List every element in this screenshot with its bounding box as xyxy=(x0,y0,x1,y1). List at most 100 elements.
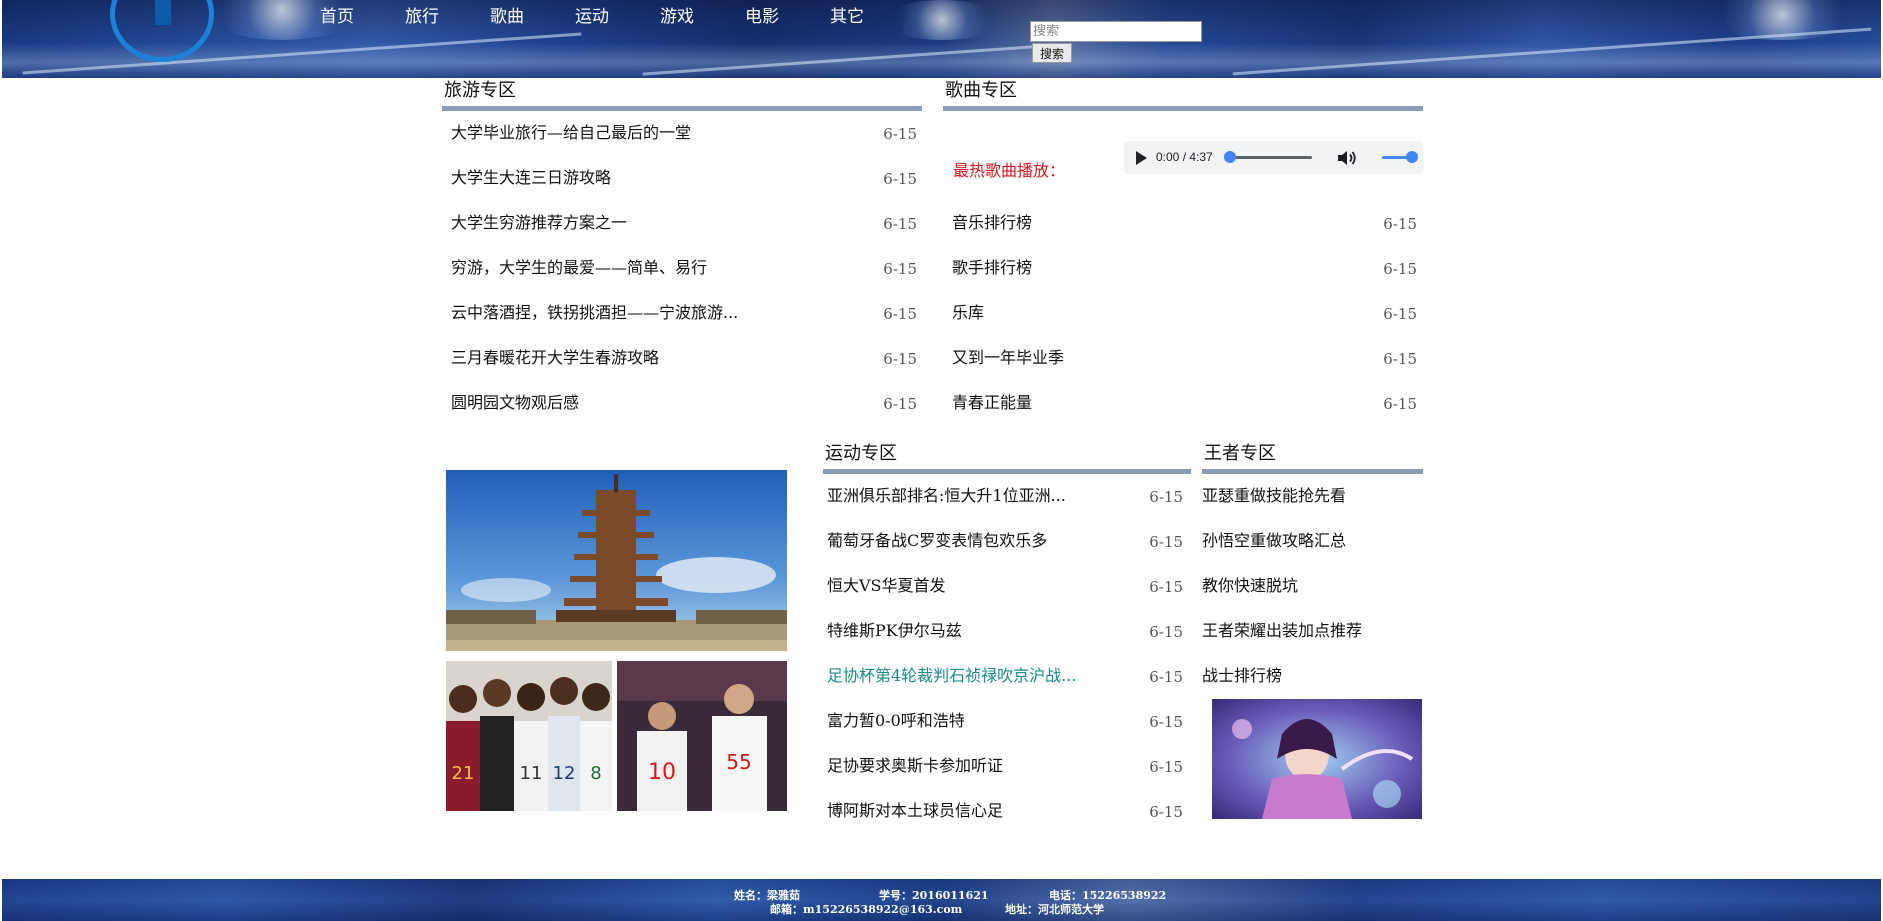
list-item-title[interactable]: 穷游，大学生的最爱——简单、易行 xyxy=(451,258,707,278)
list-item-title[interactable]: 歌手排行榜 xyxy=(952,258,1032,278)
list-item-date: 6-15 xyxy=(1149,623,1183,641)
list-item[interactable]: 又到一年毕业季 6-15 xyxy=(952,348,1417,393)
search-input[interactable] xyxy=(1030,21,1202,42)
list-item-title[interactable]: 音乐排行榜 xyxy=(952,213,1032,233)
list-item-title[interactable]: 恒大VS华夏首发 xyxy=(827,576,946,596)
sports-list: 亚洲俱乐部排名:恒大升1位亚洲... 6-15 葡萄牙备战C罗变表情包欢乐多 6-1… xyxy=(827,486,1183,846)
list-item[interactable]: 青春正能量 6-15 xyxy=(952,393,1417,438)
list-item-date: 6-15 xyxy=(883,350,917,368)
list-item[interactable]: 歌手排行榜 6-15 xyxy=(952,258,1417,303)
footer-name: 姓名：梁雅茹 xyxy=(734,889,800,902)
list-item-date: 6-15 xyxy=(883,395,917,413)
list-item-title[interactable]: 富力暂0-0呼和浩特 xyxy=(827,711,965,731)
list-item[interactable]: 大学生穷游推荐方案之一 6-15 xyxy=(451,213,917,258)
footer-student-id: 学号：2016011621 xyxy=(879,889,989,902)
basketball-match-image[interactable]: 10 55 xyxy=(617,661,787,811)
list-item[interactable]: 特维斯PK伊尔马兹 6-15 xyxy=(827,621,1183,666)
list-item-date: 6-15 xyxy=(1149,758,1183,776)
list-item-title[interactable]: 大学生大连三日游攻略 xyxy=(451,168,611,188)
list-item-date: 6-15 xyxy=(1149,668,1183,686)
list-item[interactable]: 王者荣耀出装加点推荐 xyxy=(1202,621,1423,666)
list-item[interactable]: 音乐排行榜 6-15 xyxy=(952,213,1417,258)
site-footer: 姓名：梁雅茹 学号：2016011621 电话：15226538922 邮箱：m… xyxy=(2,879,1881,921)
list-item[interactable]: 教你快速脱坑 xyxy=(1202,576,1423,621)
svg-text:55: 55 xyxy=(726,750,751,774)
list-item[interactable]: 博阿斯对本土球员信心足 6-15 xyxy=(827,801,1183,846)
list-item[interactable]: 穷游，大学生的最爱——简单、易行 6-15 xyxy=(451,258,917,303)
list-item-title[interactable]: 博阿斯对本土球员信心足 xyxy=(827,801,1003,821)
list-item[interactable]: 大学毕业旅行—给自己最后的一堂 6-15 xyxy=(451,123,917,168)
game-hero-image[interactable] xyxy=(1212,699,1422,819)
audio-player: 0:00 / 4:37 xyxy=(1124,141,1423,174)
list-item-date: 6-15 xyxy=(883,260,917,278)
audio-time: 0:00 / 4:37 xyxy=(1156,150,1213,164)
basketball-players-image[interactable]: 21 11 12 8 xyxy=(446,661,612,811)
list-item-title[interactable]: 王者荣耀出装加点推荐 xyxy=(1202,621,1362,641)
list-item[interactable]: 三月春暖花开大学生春游攻略 6-15 xyxy=(451,348,917,393)
nav-item-other[interactable]: 其它 xyxy=(830,6,915,28)
list-item-title[interactable]: 足协杯第4轮裁判石祯禄吹京沪战... xyxy=(827,666,1076,686)
list-item-title[interactable]: 亚洲俱乐部排名:恒大升1位亚洲... xyxy=(827,486,1066,506)
list-item-title[interactable]: 大学毕业旅行—给自己最后的一堂 xyxy=(451,123,691,143)
nav-item-home[interactable]: 首页 xyxy=(320,6,405,28)
logo-mark xyxy=(155,0,171,25)
list-item-title[interactable]: 教你快速脱坑 xyxy=(1202,576,1298,596)
list-item[interactable]: 亚洲俱乐部排名:恒大升1位亚洲... 6-15 xyxy=(827,486,1183,531)
header-glow xyxy=(1702,0,1862,40)
list-item[interactable]: 大学生大连三日游攻略 6-15 xyxy=(451,168,917,213)
nav-item-sports[interactable]: 运动 xyxy=(575,6,660,28)
nav-item-travel[interactable]: 旅行 xyxy=(405,6,490,28)
list-item-title[interactable]: 孙悟空重做攻略汇总 xyxy=(1202,531,1346,551)
list-item-date: 6-15 xyxy=(883,170,917,188)
list-item-date: 6-15 xyxy=(883,215,917,233)
list-item-date: 6-15 xyxy=(1383,305,1417,323)
list-item[interactable]: 富力暂0-0呼和浩特 6-15 xyxy=(827,711,1183,756)
footer-address: 地址：河北师范大学 xyxy=(1005,903,1104,916)
list-item-title[interactable]: 大学生穷游推荐方案之一 xyxy=(451,213,627,233)
search-button[interactable]: 搜索 xyxy=(1032,43,1072,63)
volume-icon[interactable] xyxy=(1337,150,1357,166)
hot-song-label: 最热歌曲播放： xyxy=(953,161,1066,180)
footer-phone: 电话：15226538922 xyxy=(1049,889,1167,902)
list-item[interactable]: 足协要求奥斯卡参加听证 6-15 xyxy=(827,756,1183,801)
site-logo[interactable] xyxy=(110,0,214,62)
list-item[interactable]: 足协杯第4轮裁判石祯禄吹京沪战... 6-15 xyxy=(827,666,1183,711)
list-item[interactable]: 恒大VS华夏首发 6-15 xyxy=(827,576,1183,621)
list-item-title[interactable]: 亚瑟重做技能抢先看 xyxy=(1202,486,1346,506)
svg-text:8: 8 xyxy=(590,763,601,784)
volume-knob[interactable] xyxy=(1406,151,1418,163)
nav-item-songs[interactable]: 歌曲 xyxy=(490,6,575,28)
list-item-title[interactable]: 足协要求奥斯卡参加听证 xyxy=(827,756,1003,776)
list-item-title[interactable]: 乐库 xyxy=(952,303,984,323)
svg-text:21: 21 xyxy=(452,763,475,784)
list-item[interactable]: 亚瑟重做技能抢先看 xyxy=(1202,486,1423,531)
list-item[interactable]: 孙悟空重做攻略汇总 xyxy=(1202,531,1423,576)
list-item-title[interactable]: 圆明园文物观后感 xyxy=(451,393,579,413)
list-item[interactable]: 云中落酒捏，铁拐挑酒担——宁波旅游... 6-15 xyxy=(451,303,917,348)
list-item-title[interactable]: 葡萄牙备战C罗变表情包欢乐多 xyxy=(827,531,1047,551)
footer-email: 邮箱：m15226538922@163.com xyxy=(770,903,963,916)
list-item-title[interactable]: 三月春暖花开大学生春游攻略 xyxy=(451,348,659,368)
section-title-king: 王者专区 xyxy=(1202,443,1423,474)
audio-progress-track[interactable] xyxy=(1230,156,1312,159)
pagoda-image[interactable] xyxy=(446,470,787,651)
list-item[interactable]: 乐库 6-15 xyxy=(952,303,1417,348)
list-item-title[interactable]: 青春正能量 xyxy=(952,393,1032,413)
list-item-title[interactable]: 又到一年毕业季 xyxy=(952,348,1064,368)
nav-item-movies[interactable]: 电影 xyxy=(745,6,830,28)
play-icon[interactable] xyxy=(1136,151,1147,165)
list-item-title[interactable]: 云中落酒捏，铁拐挑酒担——宁波旅游... xyxy=(451,303,738,323)
list-item-date: 6-15 xyxy=(1149,578,1183,596)
site-header: 首页 旅行 歌曲 运动 游戏 电影 其它 搜索 xyxy=(2,0,1881,78)
list-item-date: 6-15 xyxy=(883,125,917,143)
list-item-title[interactable]: 战士排行榜 xyxy=(1202,666,1282,686)
audio-progress-knob[interactable] xyxy=(1224,151,1236,163)
svg-text:10: 10 xyxy=(648,760,676,785)
nav-item-games[interactable]: 游戏 xyxy=(660,6,745,28)
list-item-date: 6-15 xyxy=(1383,350,1417,368)
list-item[interactable]: 圆明园文物观后感 6-15 xyxy=(451,393,917,438)
list-item[interactable]: 葡萄牙备战C罗变表情包欢乐多 6-15 xyxy=(827,531,1183,576)
main-nav: 首页 旅行 歌曲 运动 游戏 电影 其它 xyxy=(320,6,915,28)
list-item-title[interactable]: 特维斯PK伊尔马兹 xyxy=(827,621,962,641)
section-title-music: 歌曲专区 xyxy=(943,80,1423,111)
